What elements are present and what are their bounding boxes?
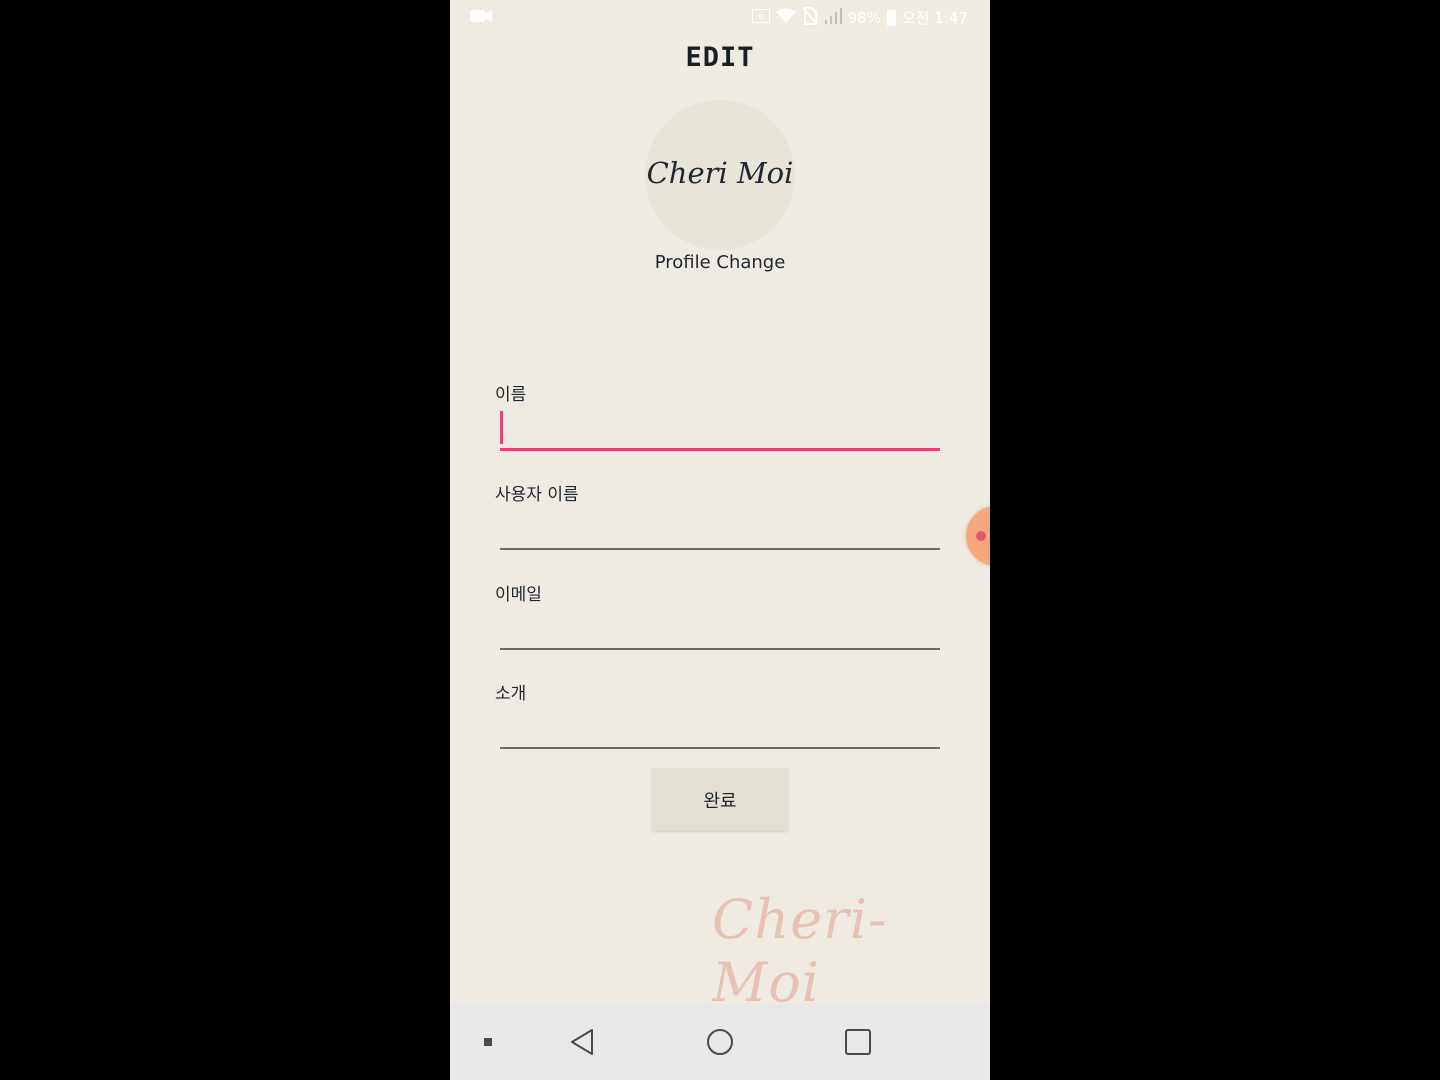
- no-sim-icon: [801, 7, 818, 29]
- username-field[interactable]: [500, 514, 940, 550]
- video-record-icon: [470, 8, 492, 28]
- clock: 오전 1:47: [901, 9, 968, 27]
- status-bar: N 98% 오전 1:47: [450, 0, 990, 34]
- svg-text:N: N: [758, 13, 763, 21]
- email-label: 이메일: [495, 585, 542, 605]
- avatar[interactable]: Cheri Moi: [645, 100, 795, 250]
- watermark-logo: Cheri-Moi: [712, 888, 888, 1014]
- floating-assist-handle[interactable]: [966, 506, 990, 566]
- battery-icon: [886, 10, 896, 26]
- done-button[interactable]: 완료: [652, 768, 788, 831]
- recents-icon[interactable]: [836, 1004, 880, 1080]
- intro-label: 소개: [495, 684, 527, 704]
- wifi-icon: [775, 8, 796, 28]
- back-icon[interactable]: [560, 1004, 604, 1080]
- navigation-bar: [450, 1004, 990, 1080]
- name-label: 이름: [495, 385, 527, 405]
- floating-handle-dot: [976, 531, 986, 541]
- signal-icon: [824, 8, 842, 28]
- menu-dot-icon[interactable]: [478, 1004, 498, 1080]
- phone-screen: N 98% 오전 1:47 EDIT Cheri Moi Profile Cha…: [450, 0, 990, 1080]
- name-field[interactable]: [500, 414, 940, 451]
- home-icon[interactable]: [698, 1004, 742, 1080]
- email-field[interactable]: [500, 614, 940, 650]
- profile-change-link[interactable]: Profile Change: [640, 252, 800, 273]
- page-title: EDIT: [685, 42, 755, 73]
- text-caret: [500, 411, 503, 444]
- username-label: 사용자 이름: [495, 485, 579, 505]
- nfc-icon: N: [751, 9, 770, 27]
- battery-percent: 98%: [847, 9, 881, 27]
- avatar-logo: Cheri Moi: [646, 156, 794, 190]
- intro-field[interactable]: [500, 713, 940, 749]
